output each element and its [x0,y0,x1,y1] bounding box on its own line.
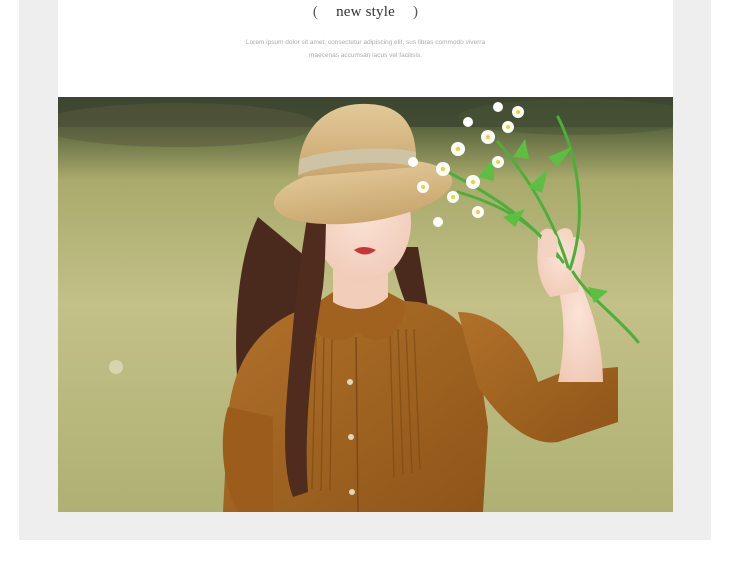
header-card: ( new style) Lorem ipsum dolor sit amet, … [58,0,673,97]
section-subtitle: Lorem ipsum dolor sit amet, consectetur … [58,36,673,62]
product-photo [58,97,673,512]
close-paren: ) [412,4,419,20]
subtitle-line-2: maecenas accumsan lacus vel facilisis. [308,52,423,59]
section-title: new style [336,4,395,20]
model-illustration [58,97,673,512]
section-heading: ( new style) [58,4,673,21]
open-paren: ( [312,4,319,20]
subtitle-line-1: Lorem ipsum dolor sit amet, consectetur … [245,39,486,46]
